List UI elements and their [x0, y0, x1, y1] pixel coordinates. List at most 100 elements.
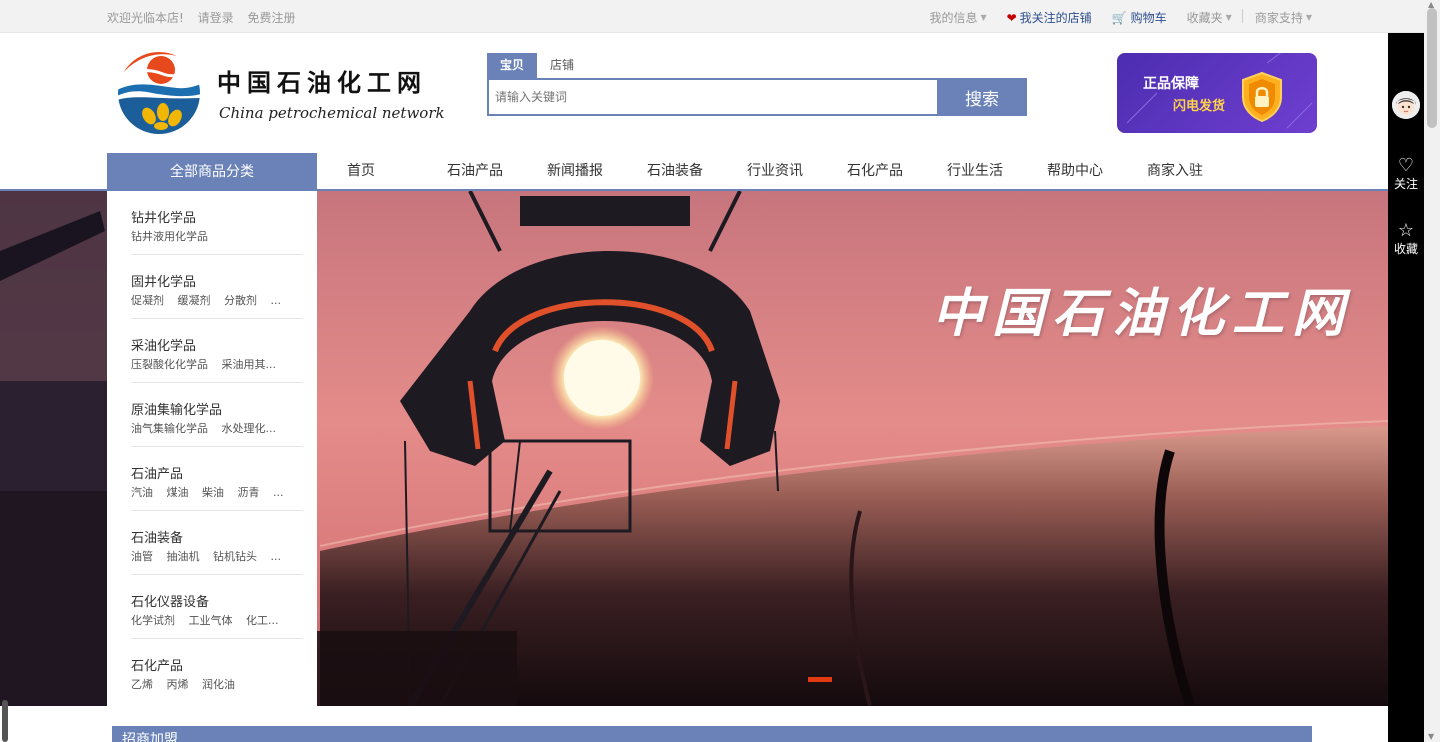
search-box: 搜索 — [487, 78, 1027, 116]
category-item[interactable]: 石油装备 油管 抽油机 钻机钻头 ... — [131, 511, 303, 575]
category-subs: 汽油 煤油 柴油 沥青 ... — [131, 484, 303, 500]
nav-item-industry-news[interactable]: 行业资讯 — [747, 153, 847, 189]
subcategory-link[interactable]: 丙烯 — [167, 678, 189, 691]
nav-item-petrochemical-products[interactable]: 石化产品 — [847, 153, 947, 189]
subcategory-link[interactable]: 采油用其... — [222, 358, 277, 371]
promo-banner[interactable]: 正品保障 闪电发货 — [1117, 53, 1317, 133]
category-item[interactable]: 固井化学品 促凝剂 缓凝剂 分散剂 ... — [131, 255, 303, 319]
search-button[interactable]: 搜索 — [937, 80, 1027, 114]
subcategory-link[interactable]: 润化油 — [202, 678, 235, 691]
all-categories-button[interactable]: 全部商品分类 — [107, 153, 317, 191]
favorites-menu[interactable]: 收藏夹 ▼ — [1187, 9, 1232, 26]
subcategory-link[interactable]: 工业气体 — [189, 614, 233, 627]
search-input[interactable] — [489, 80, 937, 114]
category-title[interactable]: 石油装备 — [131, 527, 303, 546]
right-toolbar: ♡ 关注 ☆ 收藏 — [1388, 33, 1424, 742]
category-item[interactable]: 原油集输化学品 油气集输化学品 水处理化... — [131, 383, 303, 447]
subcategory-link[interactable]: 油气集输化学品 — [131, 422, 208, 435]
search-tab-shops[interactable]: 店铺 — [537, 53, 587, 78]
category-title[interactable]: 原油集输化学品 — [131, 399, 303, 418]
nav-item-petroleum-products[interactable]: 石油产品 — [447, 153, 547, 189]
category-item[interactable]: 石化产品 乙烯 丙烯 润化油 — [131, 639, 303, 703]
slide-indicator[interactable] — [808, 677, 832, 682]
cart-link[interactable]: 🛒 购物车 — [1112, 9, 1167, 26]
scrollbar-thumb[interactable] — [1427, 8, 1437, 128]
subcategory-link[interactable]: 化工... — [246, 614, 279, 627]
search-tab-products[interactable]: 宝贝 — [487, 53, 537, 78]
subcategory-link[interactable]: 汽油 — [131, 486, 153, 499]
my-info-menu[interactable]: 我的信息 ▼ — [929, 9, 986, 26]
category-item[interactable]: 钻井化学品 钻井液用化学品 — [131, 191, 303, 255]
promo-decoration — [1126, 53, 1313, 129]
subcategory-link[interactable]: 柴油 — [202, 486, 224, 499]
followed-shops-link[interactable]: ❤ 我关注的店铺 — [1007, 9, 1092, 26]
banner-slogan: 中国石油化工网 — [932, 283, 1353, 344]
user-avatar-icon — [1392, 91, 1420, 119]
category-subs: 压裂酸化化学品 采油用其... — [131, 356, 303, 372]
subcategory-link[interactable]: 压裂酸化化学品 — [131, 358, 208, 371]
more-link[interactable]: ... — [271, 294, 282, 307]
subcategory-link[interactable]: 水处理化... — [222, 422, 277, 435]
subcategory-link[interactable]: 化学试剂 — [131, 614, 175, 627]
top-bar: 欢迎光临本店! 请登录 免费注册 我的信息 ▼ ❤ 我关注的店铺 🛒 购物车 收… — [0, 0, 1440, 33]
nav-item-home[interactable]: 首页 — [347, 153, 447, 189]
register-link[interactable]: 免费注册 — [247, 11, 295, 25]
subcategory-link[interactable]: 缓凝剂 — [178, 294, 211, 307]
my-info-label: 我的信息 — [929, 11, 978, 25]
category-title[interactable]: 采油化学品 — [131, 335, 303, 354]
category-item[interactable]: 石化仪器设备 化学试剂 工业气体 化工... — [131, 575, 303, 639]
follow-label: 关注 — [1393, 177, 1418, 191]
category-item[interactable]: 石油产品 汽油 煤油 柴油 沥青 ... — [131, 447, 303, 511]
chevron-down-icon: ▼ — [980, 13, 987, 22]
promo-line2: 闪电发货 — [1173, 99, 1226, 114]
cart-icon: 🛒 — [1111, 10, 1127, 25]
category-subs: 油管 抽油机 钻机钻头 ... — [131, 548, 303, 564]
nav-item-merchant-join[interactable]: 商家入驻 — [1147, 153, 1247, 189]
category-title[interactable]: 石化仪器设备 — [131, 591, 303, 610]
site-logo[interactable] — [117, 50, 201, 136]
category-title[interactable]: 石化产品 — [131, 655, 303, 674]
chevron-down-icon: ▼ — [1305, 13, 1312, 22]
nav-item-industry-life[interactable]: 行业生活 — [947, 153, 1047, 189]
more-link[interactable]: ... — [271, 550, 282, 563]
subcategory-link[interactable]: 煤油 — [167, 486, 189, 499]
nav-item-help-center[interactable]: 帮助中心 — [1047, 153, 1147, 189]
category-item[interactable]: 采油化学品 压裂酸化化学品 采油用其... — [131, 319, 303, 383]
nav-item-equipment[interactable]: 石油装备 — [647, 153, 747, 189]
main-nav: 全部商品分类 首页 石油产品 新闻播报 石油装备 行业资讯 石化产品 行业生活 … — [0, 153, 1388, 191]
category-title[interactable]: 钻井化学品 — [131, 207, 303, 226]
category-subs: 钻井液用化学品 — [131, 228, 303, 244]
scroll-down-icon[interactable]: ▼ — [1428, 732, 1434, 741]
subcategory-link[interactable]: 沥青 — [238, 486, 260, 499]
more-link[interactable]: ... — [273, 486, 284, 499]
logo-title-en: China petrochemical network — [219, 104, 445, 122]
avatar[interactable] — [1392, 91, 1420, 119]
merchant-support-menu[interactable]: 商家支持 ▼ — [1255, 9, 1312, 26]
category-subs: 乙烯 丙烯 润化油 — [131, 676, 303, 692]
subcategory-link[interactable]: 钻机钻头 — [213, 550, 257, 563]
nav-item-label: 帮助中心 — [1047, 163, 1103, 179]
left-scroll-handle[interactable] — [2, 700, 8, 742]
heart-icon: ❤ — [1006, 10, 1017, 25]
collect-button[interactable]: ☆ 收藏 — [1388, 222, 1424, 257]
welcome-text: 欢迎光临本店! — [107, 11, 184, 25]
nav-item-news[interactable]: 新闻播报 — [547, 153, 647, 189]
logo-emblem-icon — [118, 52, 200, 134]
category-title[interactable]: 固井化学品 — [131, 271, 303, 290]
subcategory-link[interactable]: 钻井液用化学品 — [131, 230, 208, 243]
login-link[interactable]: 请登录 — [198, 11, 234, 25]
nav-item-label: 行业生活 — [947, 163, 1003, 179]
nav-item-label: 首页 — [347, 163, 375, 179]
subcategory-link[interactable]: 乙烯 — [131, 678, 153, 691]
nav-menu: 首页 石油产品 新闻播报 石油装备 行业资讯 石化产品 行业生活 帮助中心 商家… — [347, 153, 1247, 189]
follow-button[interactable]: ♡ 关注 — [1388, 157, 1424, 192]
subcategory-link[interactable]: 促凝剂 — [131, 294, 164, 307]
subcategory-link[interactable]: 分散剂 — [224, 294, 257, 307]
category-title[interactable]: 石油产品 — [131, 463, 303, 482]
search-tabs: 宝贝 店铺 — [487, 53, 1027, 78]
cart-label: 购物车 — [1130, 11, 1167, 25]
page-scrollbar[interactable]: ▲ ▼ — [1424, 0, 1440, 742]
subcategory-link[interactable]: 油管 — [131, 550, 153, 563]
subcategory-link[interactable]: 抽油机 — [167, 550, 200, 563]
nav-item-label: 石化产品 — [847, 163, 903, 179]
